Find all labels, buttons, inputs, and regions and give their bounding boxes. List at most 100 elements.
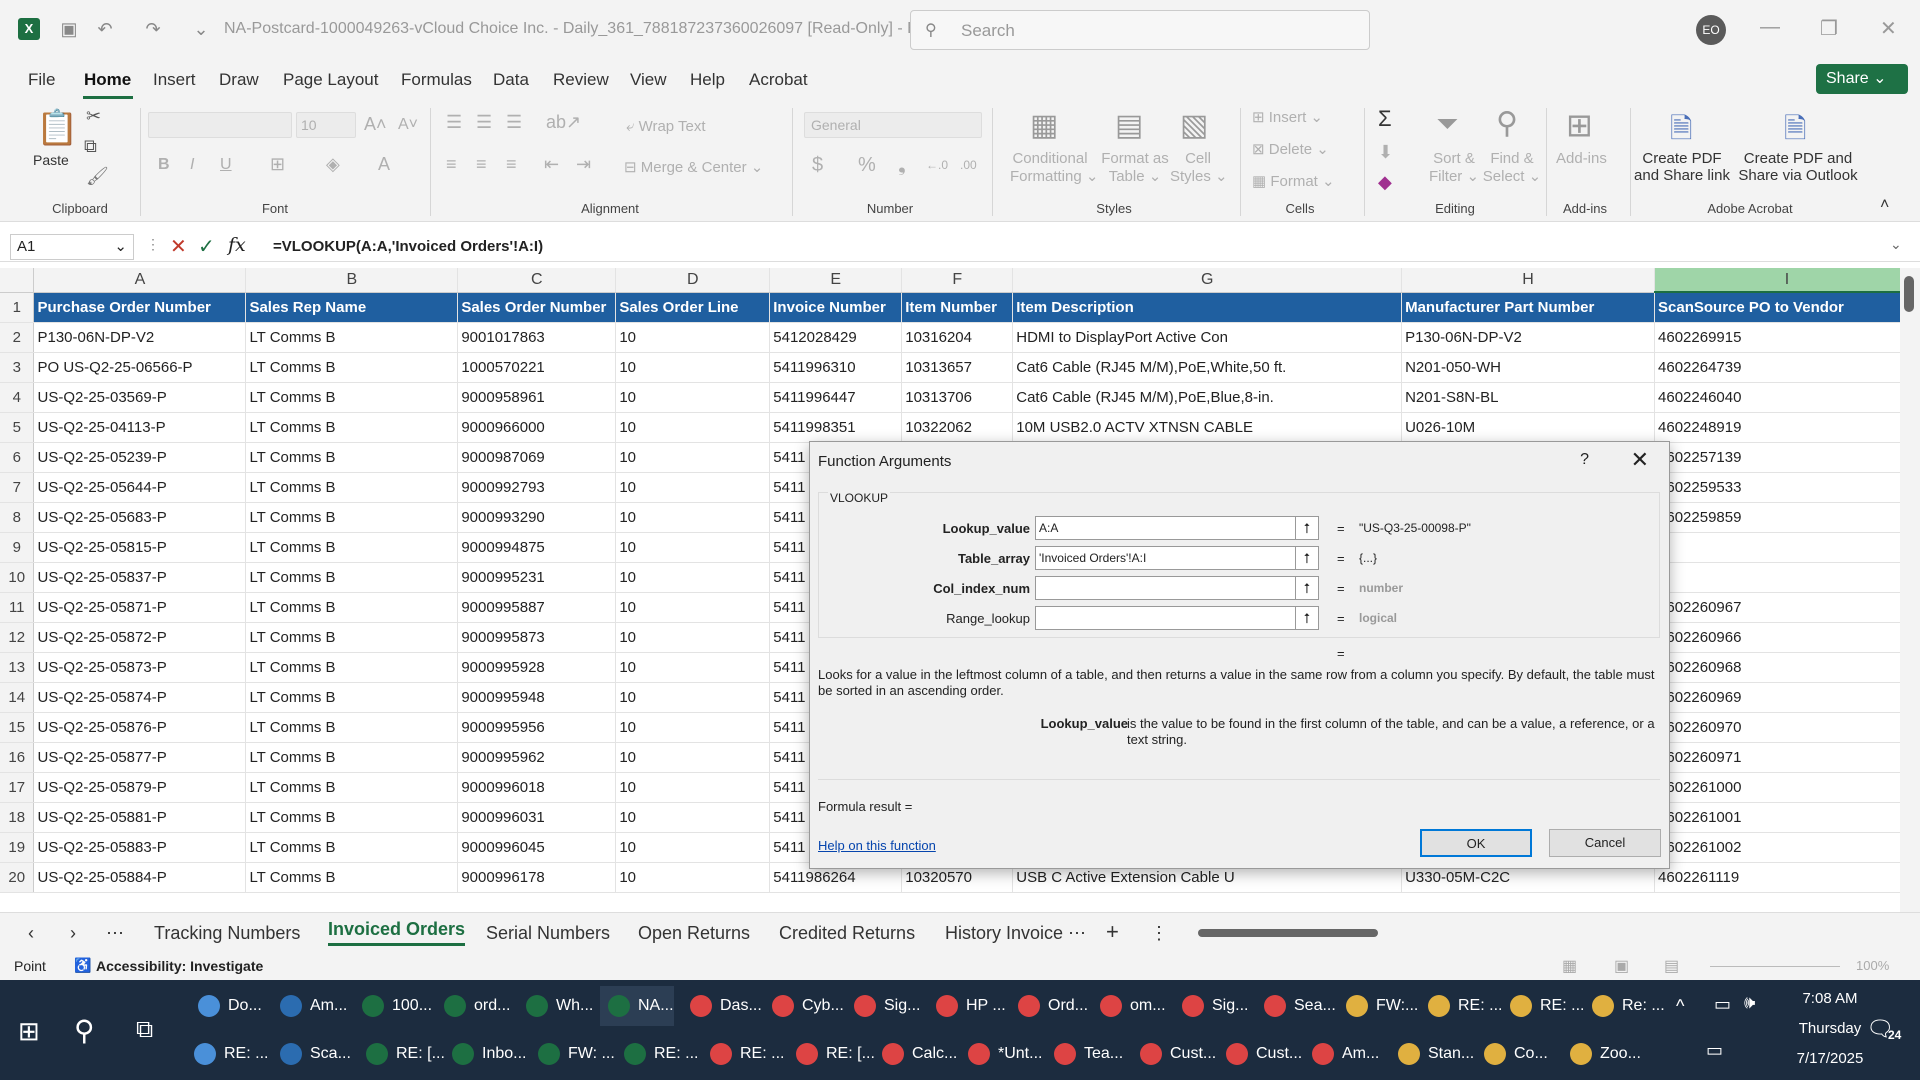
- taskbar-app-button[interactable]: RE: ...: [1502, 986, 1584, 1026]
- increase-indent-icon[interactable]: ⇥: [576, 154, 591, 175]
- taskbar-app-button[interactable]: *Unt...: [960, 1034, 1042, 1074]
- header-cell[interactable]: Purchase Order Number: [33, 292, 247, 323]
- scrollbar-thumb[interactable]: [1904, 276, 1914, 312]
- cell[interactable]: LT Comms B: [245, 682, 459, 713]
- tab-view[interactable]: View: [630, 70, 667, 90]
- cell[interactable]: 10: [615, 712, 771, 743]
- row-number[interactable]: 15: [0, 712, 35, 743]
- tab-page-layout[interactable]: Page Layout: [283, 70, 378, 90]
- cell[interactable]: U026-10M: [1401, 412, 1656, 443]
- cell[interactable]: US-Q2-25-05881-P: [33, 802, 247, 833]
- merge-center-button[interactable]: ⊟ Merge & Center ⌄: [624, 158, 763, 176]
- format-cells-button[interactable]: ▦ Format ⌄: [1252, 172, 1335, 190]
- share-button[interactable]: Share ⌄: [1816, 64, 1908, 94]
- cell[interactable]: 10: [615, 742, 771, 773]
- taskbar-app-button[interactable]: Am...: [1304, 1034, 1379, 1074]
- next-sheet-icon[interactable]: ›: [70, 923, 76, 944]
- cell[interactable]: N201-S8N-BL: [1401, 382, 1656, 413]
- header-cell[interactable]: Sales Rep Name: [245, 292, 459, 323]
- row-number[interactable]: 12: [0, 622, 35, 653]
- cell[interactable]: LT Comms B: [245, 862, 459, 893]
- paste-button[interactable]: Paste: [33, 152, 69, 168]
- ok-button[interactable]: OK: [1420, 829, 1532, 857]
- font-name-select[interactable]: [148, 112, 292, 138]
- name-box[interactable]: A1 ⌄: [10, 234, 134, 260]
- clear-icon[interactable]: ◆: [1378, 172, 1392, 193]
- header-cell[interactable]: Sales Order Number: [457, 292, 617, 323]
- collapse-dialog-icon[interactable]: ⭡: [1295, 606, 1319, 630]
- select-all-corner[interactable]: [0, 268, 35, 293]
- taskbar-app-button[interactable]: Sig...: [846, 986, 920, 1026]
- cell[interactable]: 4602260970: [1654, 712, 1920, 743]
- scrollbar-thumb[interactable]: [1198, 929, 1378, 937]
- network-icon[interactable]: ▭: [1706, 1040, 1723, 1061]
- clock-time[interactable]: 7:08 AM: [1780, 990, 1880, 1007]
- cell[interactable]: 10: [615, 832, 771, 863]
- row-number[interactable]: 11: [0, 592, 35, 623]
- percent-icon[interactable]: %: [858, 154, 876, 177]
- italic-icon[interactable]: I: [190, 156, 194, 174]
- prev-sheet-icon[interactable]: ‹: [28, 923, 34, 944]
- cell[interactable]: 9000996045: [457, 832, 617, 863]
- cell[interactable]: 9001017863: [457, 322, 617, 353]
- tab-review[interactable]: Review: [553, 70, 609, 90]
- cell[interactable]: LT Comms B: [245, 652, 459, 683]
- row-number[interactable]: 1: [0, 292, 35, 323]
- cell[interactable]: 9000995887: [457, 592, 617, 623]
- cell[interactable]: LT Comms B: [245, 442, 459, 473]
- column-header-f[interactable]: F: [901, 268, 1014, 293]
- increase-font-icon[interactable]: A˄: [364, 114, 387, 135]
- header-cell[interactable]: Item Description: [1012, 292, 1403, 323]
- cell[interactable]: P130-06N-DP-V2: [1401, 322, 1656, 353]
- cell[interactable]: 4602259533: [1654, 472, 1920, 503]
- insert-function-icon[interactable]: fx: [228, 234, 246, 256]
- tab-home[interactable]: Home: [84, 70, 131, 90]
- cell[interactable]: 9000995956: [457, 712, 617, 743]
- align-middle-icon[interactable]: ☰: [476, 112, 492, 133]
- cell[interactable]: LT Comms B: [245, 712, 459, 743]
- sheet-tab-history-invoice[interactable]: History Invoice: [945, 923, 1063, 944]
- taskbar-app-button[interactable]: Sca...: [272, 1034, 351, 1074]
- cell-styles-icon[interactable]: ▧: [1180, 108, 1208, 143]
- taskbar-app-button[interactable]: HP ...: [928, 986, 1006, 1026]
- comma-icon[interactable]: ❟: [898, 154, 906, 177]
- conditional-formatting-icon[interactable]: ▦: [1030, 108, 1058, 143]
- create-pdf-outlook-icon[interactable]: 🗎: [1784, 108, 1807, 156]
- cell[interactable]: 10313657: [901, 352, 1014, 383]
- cell[interactable]: US-Q2-25-05873-P: [33, 652, 247, 683]
- cell[interactable]: 4602260971: [1654, 742, 1920, 773]
- cell[interactable]: P130-06N-DP-V2: [33, 322, 247, 353]
- align-bottom-icon[interactable]: ☰: [506, 112, 522, 133]
- row-number[interactable]: 3: [0, 352, 35, 383]
- bold-icon[interactable]: B: [158, 156, 170, 174]
- column-header-i[interactable]: I: [1654, 268, 1920, 293]
- taskbar-app-button[interactable]: Tea...: [1046, 1034, 1123, 1074]
- increase-decimal-icon[interactable]: ←.0: [926, 158, 948, 172]
- cell[interactable]: 10: [615, 562, 771, 593]
- find-select-button[interactable]: Find & Select ⌄: [1482, 150, 1542, 185]
- close-window-icon[interactable]: ✕: [1880, 16, 1897, 41]
- column-header-h[interactable]: H: [1401, 268, 1656, 293]
- font-size-select[interactable]: 10: [296, 112, 356, 138]
- taskbar-app-button[interactable]: om...: [1092, 986, 1166, 1026]
- column-header-c[interactable]: C: [457, 268, 617, 293]
- row-number[interactable]: 2: [0, 322, 35, 353]
- cell[interactable]: 10: [615, 682, 771, 713]
- cell[interactable]: LT Comms B: [245, 382, 459, 413]
- row-number[interactable]: 4: [0, 382, 35, 413]
- cell[interactable]: 10: [615, 412, 771, 443]
- tab-file[interactable]: File: [28, 70, 55, 90]
- cell[interactable]: 10: [615, 772, 771, 803]
- cell[interactable]: 10: [615, 442, 771, 473]
- cell[interactable]: LT Comms B: [245, 562, 459, 593]
- taskbar-app-button[interactable]: RE: ...: [1420, 986, 1502, 1026]
- help-on-function-link[interactable]: Help on this function: [818, 838, 936, 853]
- cell[interactable]: 9000995962: [457, 742, 617, 773]
- sort-filter-icon[interactable]: ⏷: [1436, 108, 1458, 141]
- format-as-table-icon[interactable]: ▤: [1115, 108, 1143, 143]
- formula-input[interactable]: =VLOOKUP(A:A,'Invoiced Orders'!A:I): [273, 238, 543, 255]
- header-cell[interactable]: Item Number: [901, 292, 1014, 323]
- sheet-tab-open-returns[interactable]: Open Returns: [638, 923, 750, 944]
- fill-color-icon[interactable]: ◈: [326, 154, 340, 175]
- cell[interactable]: 4602260967: [1654, 592, 1920, 623]
